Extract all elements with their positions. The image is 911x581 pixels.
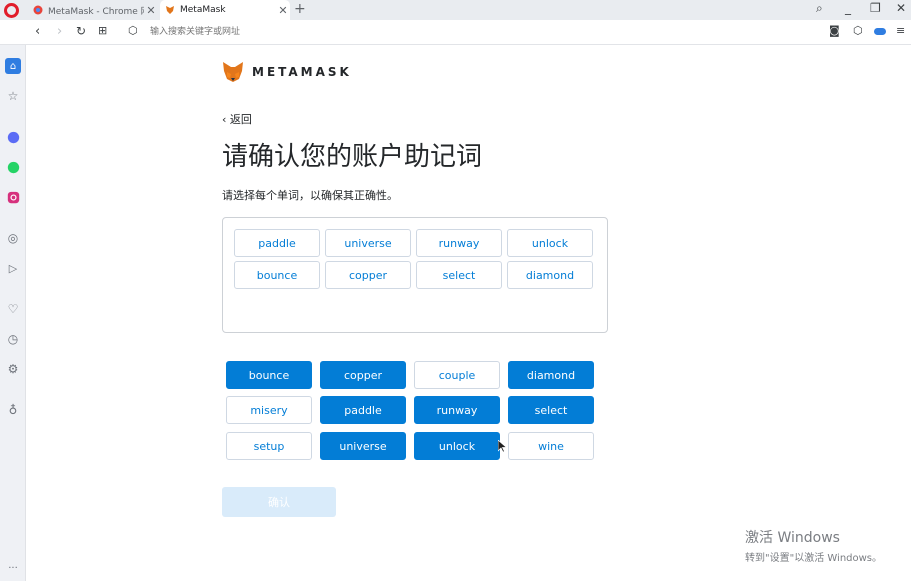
history-clock-icon[interactable]: ◷: [5, 331, 21, 347]
selected-word-chip[interactable]: select: [416, 261, 502, 289]
close-tab-icon[interactable]: ✕: [144, 4, 158, 17]
windows-activation-watermark: 激活 Windows 转到"设置"以激活 Windows。: [745, 527, 882, 564]
security-cube-icon[interactable]: ⬡: [128, 24, 138, 37]
extensions-cube-icon[interactable]: ⬡: [853, 24, 863, 37]
mouse-cursor-icon: [498, 440, 507, 453]
confirm-button[interactable]: 确认: [222, 487, 336, 517]
address-bar: ‹ › ↻ ⊞ ⬡ ◙ ⬡ ≡: [0, 20, 911, 45]
opera-sidebar: ⌂ ☆ ◎ ▷ ♡ ◷ ⚙ ♁ ···: [0, 45, 26, 581]
title-bar: MetaMask - Chrome 网上 ✕ MetaMask ✕ + ⌕ _ …: [0, 0, 911, 20]
word-pool-button[interactable]: diamond: [508, 361, 594, 389]
close-tab-icon[interactable]: ✕: [276, 4, 290, 17]
menu-icon[interactable]: ≡: [896, 24, 905, 37]
tab-metamask[interactable]: MetaMask ✕: [160, 0, 290, 20]
selected-word-chip[interactable]: paddle: [234, 229, 320, 257]
word-pool-button[interactable]: paddle: [320, 396, 406, 424]
tab-title: MetaMask - Chrome 网上: [48, 6, 144, 17]
home-icon[interactable]: ⌂: [5, 58, 21, 74]
page-title: 请确认您的账户助记词: [222, 142, 483, 172]
selected-word-chip[interactable]: unlock: [507, 229, 593, 257]
url-input[interactable]: [150, 26, 670, 36]
restore-icon[interactable]: ❐: [870, 1, 881, 15]
watermark-subtitle: 转到"设置"以激活 Windows。: [745, 553, 883, 564]
heart-icon[interactable]: ♡: [5, 301, 21, 317]
forward-nav-icon[interactable]: ›: [57, 24, 62, 39]
word-pool-button[interactable]: couple: [414, 361, 500, 389]
metamask-fox-icon: [223, 62, 243, 82]
tips-bulb-icon[interactable]: ♁: [5, 402, 21, 418]
messenger-icon[interactable]: [5, 129, 21, 145]
more-options-icon[interactable]: ···: [5, 560, 21, 576]
instagram-icon[interactable]: [5, 189, 21, 205]
back-label: 返回: [229, 113, 252, 126]
tab-title: MetaMask: [180, 5, 226, 15]
send-icon[interactable]: ▷: [5, 260, 21, 276]
selected-word-chip[interactable]: bounce: [234, 261, 320, 289]
selected-word-chip[interactable]: universe: [325, 229, 411, 257]
opera-logo-icon[interactable]: [4, 3, 19, 18]
snapshot-camera-icon[interactable]: ◙: [829, 24, 840, 37]
selected-words-area[interactable]: paddle universe runway unlock bounce cop…: [222, 217, 608, 333]
metamask-fox-favicon-icon: [166, 6, 174, 14]
selected-word-chip[interactable]: copper: [325, 261, 411, 289]
speed-dial-grid-icon[interactable]: ⊞: [98, 24, 107, 37]
word-pool-button[interactable]: misery: [226, 396, 312, 424]
word-pool-button[interactable]: wine: [508, 432, 594, 460]
selected-word-chip[interactable]: runway: [416, 229, 502, 257]
word-pool-button[interactable]: bounce: [226, 361, 312, 389]
back-link[interactable]: ‹ 返回: [222, 111, 252, 127]
player-icon[interactable]: ◎: [5, 230, 21, 246]
whatsapp-icon[interactable]: [5, 159, 21, 175]
word-pool-button[interactable]: copper: [320, 361, 406, 389]
new-tab-button[interactable]: +: [294, 1, 306, 17]
word-pool-button[interactable]: unlock: [414, 432, 500, 460]
minimize-icon[interactable]: _: [845, 1, 851, 15]
word-pool-button[interactable]: universe: [320, 432, 406, 460]
metamask-logo: METAMASK: [222, 62, 352, 82]
reload-icon[interactable]: ↻: [76, 24, 86, 38]
metamask-wordmark: METAMASK: [252, 65, 352, 79]
word-pool-button[interactable]: runway: [414, 396, 500, 424]
star-icon[interactable]: ☆: [5, 88, 21, 104]
settings-gear-icon[interactable]: ⚙: [5, 361, 21, 377]
page-subtitle: 请选择每个单词，以确保其正确性。: [222, 189, 398, 202]
window-close-icon[interactable]: ✕: [896, 1, 906, 15]
vpn-toggle-icon[interactable]: [874, 28, 886, 35]
tab-metamask-chrome-store[interactable]: MetaMask - Chrome 网上 ✕: [28, 0, 158, 20]
watermark-title: 激活 Windows: [745, 530, 840, 546]
word-pool-button[interactable]: select: [508, 396, 594, 424]
selected-word-chip[interactable]: diamond: [507, 261, 593, 289]
chrome-store-favicon-icon: [33, 5, 43, 15]
word-pool-button[interactable]: setup: [226, 432, 312, 460]
page-content: METAMASK ‹ 返回 请确认您的账户助记词 请选择每个单词，以确保其正确性…: [26, 45, 911, 581]
back-nav-icon[interactable]: ‹: [35, 24, 40, 39]
search-tabs-icon[interactable]: ⌕: [816, 1, 823, 16]
